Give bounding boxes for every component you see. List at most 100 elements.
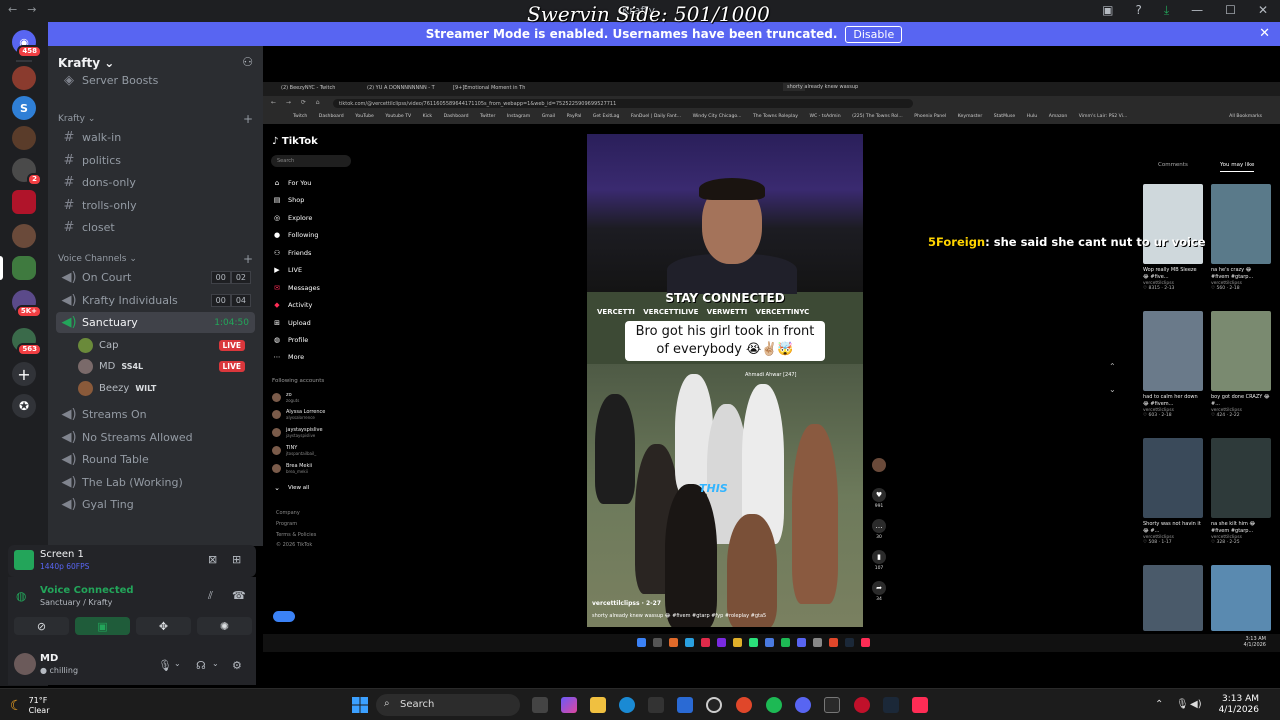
channel-dons-only[interactable]: # dons-only bbox=[56, 172, 255, 193]
tiktok-search-input[interactable]: Search bbox=[271, 155, 351, 167]
share-button[interactable]: ➦ 34 bbox=[868, 581, 890, 602]
nav-for-you[interactable]: ⌂ For You bbox=[272, 179, 312, 187]
soundboard-button[interactable]: ✺ bbox=[197, 617, 252, 635]
recommended-video[interactable] bbox=[1143, 565, 1203, 631]
disable-button[interactable]: Disable bbox=[845, 25, 903, 43]
home-icon[interactable]: ◉ 458 bbox=[12, 30, 42, 58]
channel-trolls-only[interactable]: # trolls-only bbox=[56, 195, 255, 216]
invite-icon[interactable]: ⚇ bbox=[242, 55, 253, 69]
opera-icon[interactable] bbox=[854, 697, 870, 713]
screen-share-button[interactable]: ▣ bbox=[75, 617, 130, 635]
voice-channel-gyal-ting[interactable]: ◀) Gyal Ting bbox=[56, 494, 255, 515]
like-button[interactable]: ♥ 991 bbox=[868, 488, 890, 509]
nav-friends[interactable]: ⚇ Friends bbox=[272, 249, 312, 257]
voice-channel-round-table[interactable]: ◀) Round Table bbox=[56, 449, 255, 470]
bookmark[interactable]: Kick bbox=[423, 114, 432, 119]
browser-tab[interactable]: (2) YU A DONNNNNNNN - T bbox=[367, 85, 435, 91]
bookmark[interactable]: Instagram bbox=[507, 114, 530, 119]
footer-link[interactable]: Company bbox=[276, 510, 300, 516]
add-channel-icon[interactable]: + bbox=[243, 252, 253, 266]
server-icon[interactable]: 2 bbox=[12, 158, 42, 186]
bookmark[interactable]: Dashboard bbox=[319, 114, 344, 119]
bookmark[interactable]: Twitter bbox=[480, 114, 495, 119]
nav-live[interactable]: ▶ LIVE bbox=[272, 266, 302, 274]
bookmark[interactable]: Vimm's Lair: PS2 Vi... bbox=[1079, 114, 1128, 119]
channel-politics[interactable]: # politics bbox=[56, 150, 255, 171]
nav-activity[interactable]: ◆ Activity bbox=[272, 301, 312, 309]
chevron-up-icon[interactable]: ⌃ bbox=[1109, 362, 1116, 371]
nav-messages[interactable]: ✉ Messages bbox=[272, 284, 320, 292]
server-icon[interactable] bbox=[12, 224, 36, 248]
voice-channel-streams-on[interactable]: ◀) Streams On bbox=[56, 404, 255, 425]
mic-icon[interactable]: 🎙︎ bbox=[1176, 699, 1189, 710]
task-view-icon[interactable] bbox=[532, 697, 548, 713]
bookmark[interactable]: YouTube bbox=[355, 114, 374, 119]
file-explorer-icon[interactable] bbox=[590, 697, 606, 713]
recommended-video[interactable]: na she kilt him 😂 #fivem #gtarp... vercet… bbox=[1211, 438, 1271, 545]
bookmark[interactable]: Keymaster bbox=[958, 114, 983, 119]
avatar[interactable] bbox=[14, 653, 36, 675]
server-icon[interactable]: 5K+ bbox=[12, 290, 42, 318]
chevron-down-icon[interactable]: ⌄ bbox=[212, 659, 219, 668]
nav-explore[interactable]: ◎ Explore bbox=[272, 214, 312, 222]
xbox-icon[interactable] bbox=[824, 697, 840, 713]
bookmark[interactable]: PayPal bbox=[567, 114, 582, 119]
bookmark[interactable]: FanDuel | Daily Fant... bbox=[631, 114, 681, 119]
toggle-icon[interactable] bbox=[273, 611, 295, 622]
voice-category-header[interactable]: Voice Channels ⌄ + bbox=[58, 252, 253, 266]
bookmark[interactable]: Youtube TV bbox=[385, 114, 411, 119]
settings-gear-icon[interactable]: ⚙ bbox=[232, 659, 242, 672]
server-icon[interactable] bbox=[12, 190, 36, 214]
followed-account[interactable]: Alyssa Lorrence alyssalorrence bbox=[272, 409, 325, 420]
voice-channel-krafty-individuals[interactable]: ◀) Krafty Individuals 00 04 bbox=[56, 290, 255, 311]
browser-tab-active[interactable]: shorty already knew wassup bbox=[783, 83, 858, 91]
steam-icon[interactable] bbox=[883, 697, 899, 713]
bookmark[interactable]: The Towns Roleplay bbox=[753, 114, 798, 119]
server-icon[interactable]: 563 bbox=[12, 328, 42, 356]
channel-walk-in[interactable]: # walk-in bbox=[56, 127, 255, 148]
discover-icon[interactable]: ✪ bbox=[12, 394, 36, 418]
category-header[interactable]: Krafty ⌄ + bbox=[58, 112, 253, 126]
server-boosts[interactable]: ◈ Server Boosts bbox=[56, 72, 255, 88]
voice-location[interactable]: Sanctuary / Krafty bbox=[40, 598, 112, 607]
followed-account[interactable]: zo zoguts bbox=[272, 392, 299, 403]
camera-button[interactable]: ⊘ bbox=[14, 617, 69, 635]
footer-link[interactable]: Program bbox=[276, 521, 297, 527]
voice-channel-sanctuary[interactable]: ◀) Sanctuary 1:04:50 bbox=[56, 312, 255, 333]
bookmark[interactable]: Phoenix Panel bbox=[914, 114, 946, 119]
taskbar-search-input[interactable]: ⌕ Search bbox=[376, 694, 520, 716]
add-channel-icon[interactable]: + bbox=[243, 112, 253, 126]
bookmark[interactable]: StatMuse bbox=[994, 114, 1015, 119]
recommended-video[interactable]: had to calm her down 😂 #fivem... vercetti… bbox=[1143, 311, 1203, 418]
signal-icon[interactable]: ◍ bbox=[16, 589, 26, 603]
save-button[interactable]: ▮ 107 bbox=[868, 550, 890, 571]
help-icon[interactable]: ? bbox=[1135, 3, 1141, 18]
stop-stream-icon[interactable]: ⊠ bbox=[208, 553, 217, 566]
chrome-icon[interactable] bbox=[736, 697, 752, 713]
spotify-icon[interactable] bbox=[766, 697, 782, 713]
bookmark[interactable]: Get ExitLag bbox=[593, 114, 620, 119]
bookmark[interactable]: Hulu bbox=[1027, 114, 1038, 119]
chevron-up-icon[interactable]: ⌃ bbox=[1155, 699, 1163, 710]
nav-upload[interactable]: ⊞ Upload bbox=[272, 319, 311, 327]
nav-more[interactable]: ⋯ More bbox=[272, 353, 305, 361]
copilot-icon[interactable] bbox=[561, 697, 577, 713]
voice-channel-no-streams[interactable]: ◀) No Streams Allowed bbox=[56, 427, 255, 448]
bookmark[interactable]: Dashboard bbox=[444, 114, 469, 119]
nav-following[interactable]: ● Following bbox=[272, 231, 319, 239]
close-banner-icon[interactable]: ✕ bbox=[1259, 26, 1270, 41]
all-bookmarks[interactable]: All Bookmarks bbox=[1229, 114, 1262, 119]
mic-icon[interactable]: 🎙︎ bbox=[158, 659, 172, 672]
voice-channel-on-court[interactable]: ◀) On Court 00 02 bbox=[56, 267, 255, 288]
nav-profile[interactable]: ◍ Profile bbox=[272, 336, 308, 344]
chevron-down-icon[interactable]: ⌄ bbox=[174, 659, 181, 668]
mail-icon[interactable] bbox=[677, 697, 693, 713]
tab-comments[interactable]: Comments bbox=[1158, 162, 1188, 168]
obs-icon[interactable] bbox=[706, 697, 722, 713]
edge-icon[interactable] bbox=[619, 697, 635, 713]
server-icon[interactable]: S bbox=[12, 96, 36, 120]
disconnect-icon[interactable]: ☎ bbox=[232, 589, 246, 602]
view-all-link[interactable]: ⌄ View all bbox=[272, 484, 309, 492]
headphones-icon[interactable]: ☊ bbox=[196, 659, 206, 672]
browser-nav-icons[interactable]: ← → ⟳ ⌂ bbox=[271, 99, 324, 106]
